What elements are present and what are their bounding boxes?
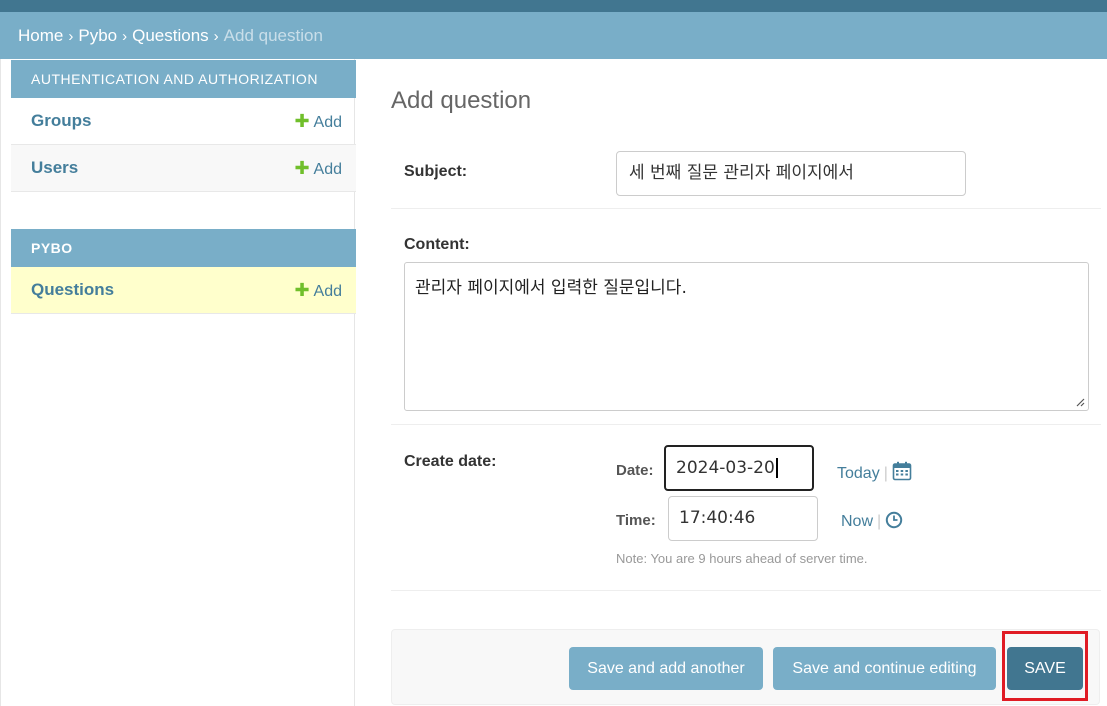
add-label: Add [313,283,342,300]
content-label: Content: [404,236,470,253]
time-label: Time: [616,512,656,529]
time-input[interactable]: 17:40:46 [668,496,818,541]
shortcut-separator: | [877,513,882,530]
save-highlight-box [1002,631,1088,701]
breadcrumb: Home › Pybo › Questions › Add question [0,12,1107,59]
shortcut-separator: | [883,465,888,482]
plus-icon: ✚ [294,111,310,131]
calendar-icon[interactable] [892,461,912,481]
breadcrumb-home[interactable]: Home [18,26,63,45]
submit-row: Save and add another Save and continue e… [391,629,1100,705]
module-header-auth[interactable]: AUTHENTICATION AND AUTHORIZATION [11,60,356,98]
date-label: Date: [616,462,654,479]
subject-label: Subject: [404,163,468,180]
sidebar-item-groups-link[interactable]: Groups [31,98,91,144]
module-pybo: PYBO Questions ✚ Add [11,229,356,314]
date-value: 2024-03-20 [676,458,775,478]
sidebar-item-groups: Groups ✚ Add [11,98,356,145]
subject-input[interactable]: 세 번째 질문 관리자 페이지에서 [616,151,966,196]
date-shortcuts: Today | [837,461,912,483]
save-and-continue-button[interactable]: Save and continue editing [773,647,996,690]
create-date-label: Create date: [404,453,497,470]
form-row-subject: Subject: 세 번째 질문 관리자 페이지에서 [391,137,1101,209]
plus-icon: ✚ [294,280,310,300]
sidebar-item-questions-link[interactable]: Questions [31,267,114,313]
sidebar-item-questions: Questions ✚ Add [11,267,356,314]
form-row-create-date: Create date: Date: 2024-03-20 Today | Tim… [391,425,1101,591]
text-cursor [775,458,778,478]
now-link[interactable]: Now [841,513,873,530]
add-users-link[interactable]: ✚ Add [294,145,342,193]
module-auth: AUTHENTICATION AND AUTHORIZATION Groups … [11,60,356,192]
add-label: Add [313,161,342,178]
breadcrumb-separator: › [213,28,219,45]
breadcrumb-pybo[interactable]: Pybo [78,26,117,45]
content-text: 관리자 페이지에서 입력한 질문입니다. [415,278,687,298]
resize-handle-icon[interactable] [1075,397,1085,407]
sidebar: AUTHENTICATION AND AUTHORIZATION Groups … [0,59,356,706]
plus-icon: ✚ [294,158,310,178]
today-link[interactable]: Today [837,465,880,482]
breadcrumb-separator: › [68,28,74,45]
breadcrumb-current: Add question [223,26,323,45]
clock-icon[interactable] [885,511,903,529]
breadcrumb-separator: › [122,28,128,45]
save-and-add-another-button[interactable]: Save and add another [569,647,763,690]
content-textarea[interactable]: 관리자 페이지에서 입력한 질문입니다. [404,262,1089,411]
date-input[interactable]: 2024-03-20 [664,445,814,491]
top-header-bar [0,0,1107,12]
time-shortcuts: Now | [841,511,903,531]
form-row-content: Content: 관리자 페이지에서 입력한 질문입니다. [391,209,1101,425]
breadcrumb-questions[interactable]: Questions [132,26,209,45]
module-header-pybo[interactable]: PYBO [11,229,356,267]
sidebar-item-users: Users ✚ Add [11,145,356,192]
timezone-note: Note: You are 9 hours ahead of server ti… [616,551,868,566]
sidebar-item-users-link[interactable]: Users [31,145,78,191]
page-title: Add question [391,87,532,114]
add-questions-link[interactable]: ✚ Add [294,267,342,315]
add-groups-link[interactable]: ✚ Add [294,98,342,146]
add-label: Add [313,114,342,131]
